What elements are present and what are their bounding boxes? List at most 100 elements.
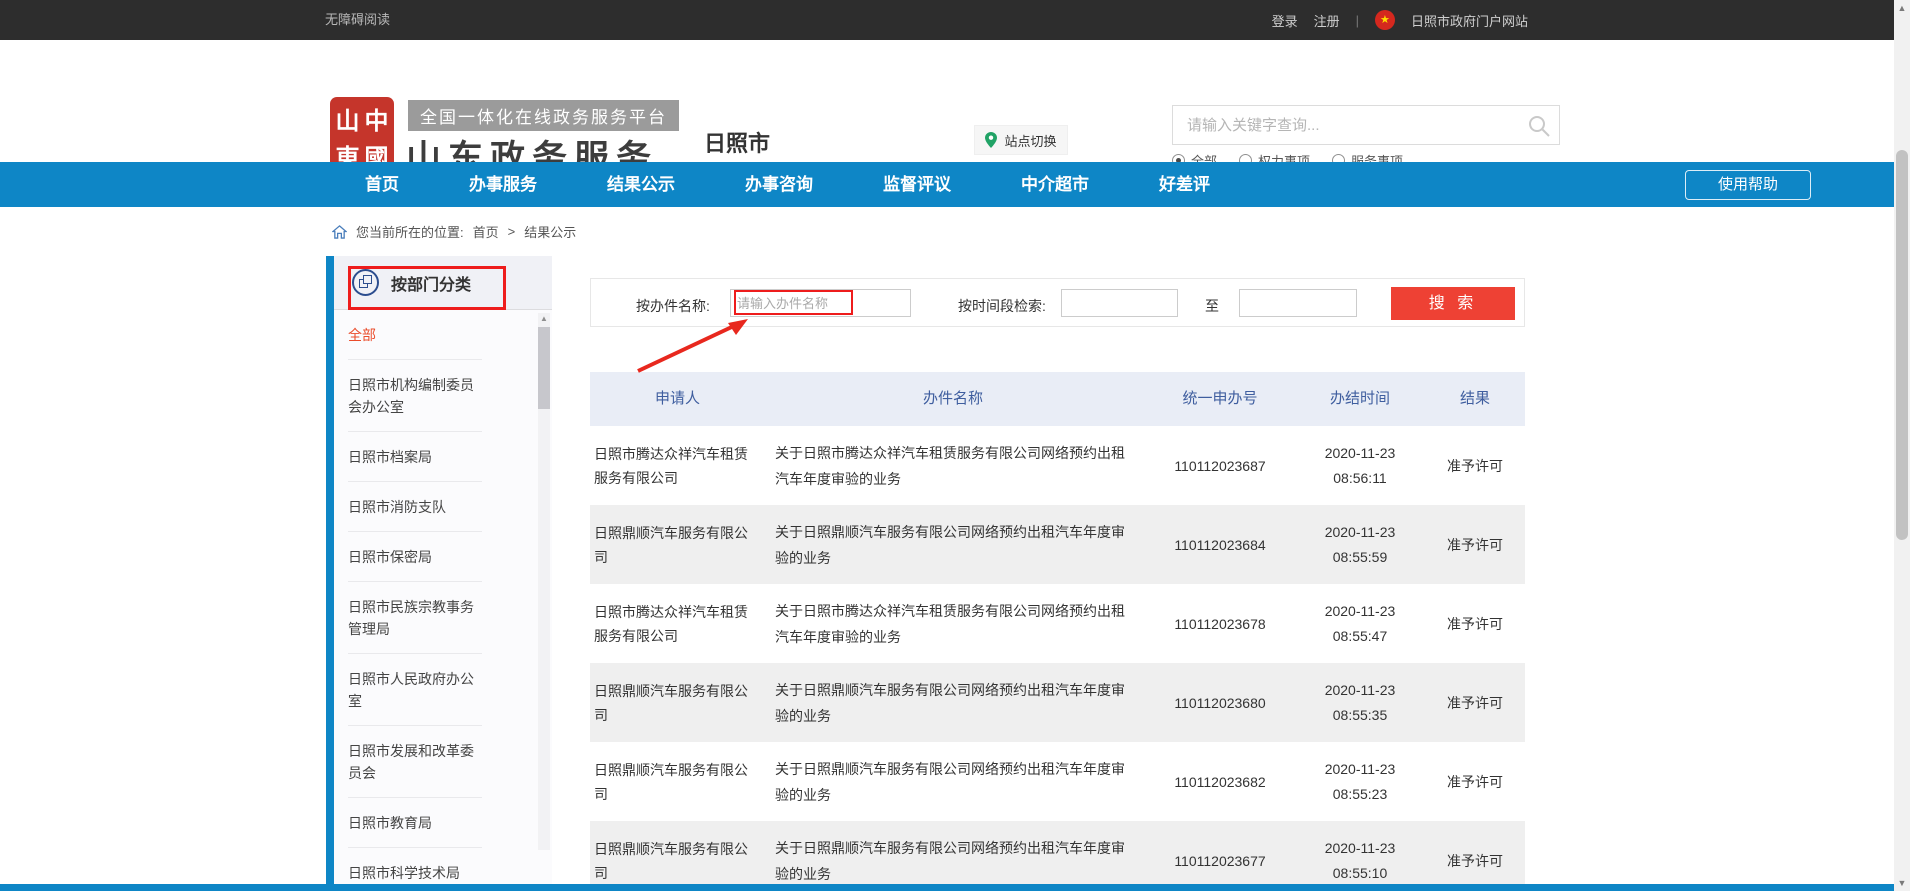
sidebar-item-4[interactable]: 日照市保密局 (348, 532, 482, 582)
sidebar-scrollbar-thumb[interactable] (538, 327, 550, 409)
item-name-input[interactable] (730, 289, 911, 317)
finish-time: 08:55:47 (1295, 624, 1425, 649)
cell-item-title: 关于日照鼎顺汽车服务有限公司网络预约出租汽车年度审验的业务 (775, 756, 1145, 808)
sidebar-item-label: 日照市保密局 (348, 549, 432, 565)
cell-applicant: 日照市腾达众祥汽车租赁服务有限公司 (590, 442, 775, 490)
table-row[interactable]: 日照鼎顺汽车服务有限公司关于日照鼎顺汽车服务有限公司网络预约出租汽车年度审验的业… (590, 663, 1525, 742)
cell-item-title: 关于日照市腾达众祥汽车租赁服务有限公司网络预约出租汽车年度审验的业务 (775, 440, 1145, 492)
cell-finish-datetime: 2020-11-2308:55:10 (1295, 836, 1425, 886)
range-separator-label: 至 (1205, 296, 1219, 316)
cell-item-title: 关于日照鼎顺汽车服务有限公司网络预约出租汽车年度审验的业务 (775, 519, 1145, 571)
sidebar-header: 按部门分类 (334, 256, 552, 310)
cell-result: 准予许可 (1425, 772, 1525, 792)
sidebar-item-7[interactable]: 日照市发展和改革委员会 (348, 726, 482, 798)
seal-char-1: 中 (363, 101, 390, 136)
home-icon (332, 225, 347, 239)
cell-application-number: 110112023687 (1145, 458, 1295, 474)
topbar-right: 登录 注册 | ★ 日照市政府门户网站 (1272, 0, 1528, 40)
department-sidebar: 按部门分类 全部日照市机构编制委员会办公室日照市档案局日照市消防支队日照市保密局… (326, 256, 552, 884)
cell-finish-datetime: 2020-11-2308:55:59 (1295, 520, 1425, 570)
page-scroll-down-icon[interactable]: ▼ (1894, 875, 1910, 891)
column-header-2: 统一申办号 (1145, 372, 1295, 426)
nav-item-6[interactable]: 好差评 (1159, 162, 1210, 207)
finish-date: 2020-11-23 (1295, 757, 1425, 782)
accessibility-link[interactable]: 无障碍阅读 (325, 0, 390, 40)
finish-date: 2020-11-23 (1295, 678, 1425, 703)
sidebar-item-label: 日照市教育局 (348, 815, 432, 831)
cell-item-title: 关于日照鼎顺汽车服务有限公司网络预约出租汽车年度审验的业务 (775, 835, 1145, 887)
search-button[interactable]: 搜 索 (1391, 287, 1515, 320)
cell-finish-datetime: 2020-11-2308:55:35 (1295, 678, 1425, 728)
breadcrumb-current: 结果公示 (524, 222, 576, 241)
cell-item-title: 关于日照市腾达众祥汽车租赁服务有限公司网络预约出租汽车年度审验的业务 (775, 598, 1145, 650)
table-row[interactable]: 日照鼎顺汽车服务有限公司关于日照鼎顺汽车服务有限公司网络预约出租汽车年度审验的业… (590, 821, 1525, 891)
breadcrumb-separator: > (508, 224, 516, 239)
keyword-search-input[interactable] (1173, 106, 1523, 144)
site-header: 山中東國 全国一体化在线政务服务平台 山东政务服务 日照市 站点切换 全部权力事… (0, 40, 1894, 162)
sidebar-item-label: 日照市科学技术局 (348, 865, 460, 881)
topbar-divider: | (1356, 13, 1359, 28)
table-row[interactable]: 日照市腾达众祥汽车租赁服务有限公司关于日照市腾达众祥汽车租赁服务有限公司网络预约… (590, 584, 1525, 663)
sidebar-item-6[interactable]: 日照市人民政府办公室 (348, 654, 482, 726)
sidebar-item-5[interactable]: 日照市民族宗教事务管理局 (348, 582, 482, 654)
table-row[interactable]: 日照鼎顺汽车服务有限公司关于日照鼎顺汽车服务有限公司网络预约出租汽车年度审验的业… (590, 505, 1525, 584)
department-category-icon (352, 269, 379, 296)
sidebar-item-label: 日照市机构编制委员会办公室 (348, 377, 474, 415)
sidebar-item-label: 全部 (348, 327, 376, 343)
date-from-input[interactable] (1061, 289, 1178, 317)
sidebar-item-label: 日照市发展和改革委员会 (348, 743, 474, 781)
sidebar-item-3[interactable]: 日照市消防支队 (348, 482, 482, 532)
time-filter-label: 按时间段检索: (958, 296, 1046, 316)
results-table: 申请人办件名称统一申办号办结时间结果 日照市腾达众祥汽车租赁服务有限公司关于日照… (590, 372, 1525, 891)
page-scroll-up-icon[interactable]: ▲ (1894, 0, 1910, 16)
table-header-row: 申请人办件名称统一申办号办结时间结果 (590, 372, 1525, 426)
department-list: 全部日照市机构编制委员会办公室日照市档案局日照市消防支队日照市保密局日照市民族宗… (348, 310, 484, 891)
table-row[interactable]: 日照市腾达众祥汽车租赁服务有限公司关于日照市腾达众祥汽车租赁服务有限公司网络预约… (590, 426, 1525, 505)
login-link[interactable]: 登录 (1272, 11, 1298, 30)
sidebar-item-label: 日照市消防支队 (348, 499, 446, 515)
nav-item-1[interactable]: 办事服务 (469, 162, 537, 207)
finish-time: 08:55:59 (1295, 545, 1425, 570)
current-city-label: 日照市 (704, 126, 770, 158)
sidebar-item-0[interactable]: 全部 (348, 310, 482, 360)
finish-date: 2020-11-23 (1295, 599, 1425, 624)
name-filter-label: 按办件名称: (636, 296, 710, 316)
nav-item-5[interactable]: 中介超市 (1021, 162, 1089, 207)
sidebar-item-2[interactable]: 日照市档案局 (348, 432, 482, 482)
page: 无障碍阅读 登录 注册 | ★ 日照市政府门户网站 山中東國 全国一体化在线政务… (0, 0, 1910, 891)
city-portal-link[interactable]: 日照市政府门户网站 (1411, 11, 1528, 30)
column-header-3: 办结时间 (1295, 372, 1425, 426)
page-scrollbar: ▲ ▼ (1894, 0, 1910, 891)
page-scrollbar-thumb[interactable] (1896, 150, 1908, 540)
help-button[interactable]: 使用帮助 (1685, 170, 1811, 200)
breadcrumb: 您当前所在的位置: 首页 > 结果公示 (332, 222, 576, 241)
scroll-up-icon[interactable]: ▲ (538, 313, 550, 325)
cell-result: 准予许可 (1425, 535, 1525, 555)
main-nav: 首页 办事服务 结果公示 办事咨询 监督评议 中介超市 好差评 使用帮助 (0, 162, 1894, 207)
nav-item-4[interactable]: 监督评议 (883, 162, 951, 207)
seal-char-0: 山 (334, 101, 361, 136)
cell-application-number: 110112023680 (1145, 695, 1295, 711)
column-header-4: 结果 (1425, 372, 1525, 426)
nav-item-0[interactable]: 首页 (365, 162, 399, 207)
finish-date: 2020-11-23 (1295, 836, 1425, 861)
sidebar-item-1[interactable]: 日照市机构编制委员会办公室 (348, 360, 482, 432)
table-row[interactable]: 日照鼎顺汽车服务有限公司关于日照鼎顺汽车服务有限公司网络预约出租汽车年度审验的业… (590, 742, 1525, 821)
date-to-input[interactable] (1239, 289, 1357, 317)
cell-application-number: 110112023678 (1145, 616, 1295, 632)
finish-time: 08:55:10 (1295, 861, 1425, 886)
finish-time: 08:55:23 (1295, 782, 1425, 807)
breadcrumb-prefix: 您当前所在的位置: (356, 222, 464, 241)
cell-result: 准予许可 (1425, 851, 1525, 871)
cell-finish-datetime: 2020-11-2308:55:47 (1295, 599, 1425, 649)
breadcrumb-home-link[interactable]: 首页 (473, 222, 499, 241)
search-icon[interactable] (1527, 114, 1551, 138)
site-switch-button[interactable]: 站点切换 (974, 125, 1068, 155)
nav-item-3[interactable]: 办事咨询 (745, 162, 813, 207)
nav-item-2[interactable]: 结果公示 (607, 162, 675, 207)
sidebar-item-8[interactable]: 日照市教育局 (348, 798, 482, 848)
register-link[interactable]: 注册 (1314, 11, 1340, 30)
finish-date: 2020-11-23 (1295, 441, 1425, 466)
finish-date: 2020-11-23 (1295, 520, 1425, 545)
footer-top-band (0, 884, 1894, 891)
